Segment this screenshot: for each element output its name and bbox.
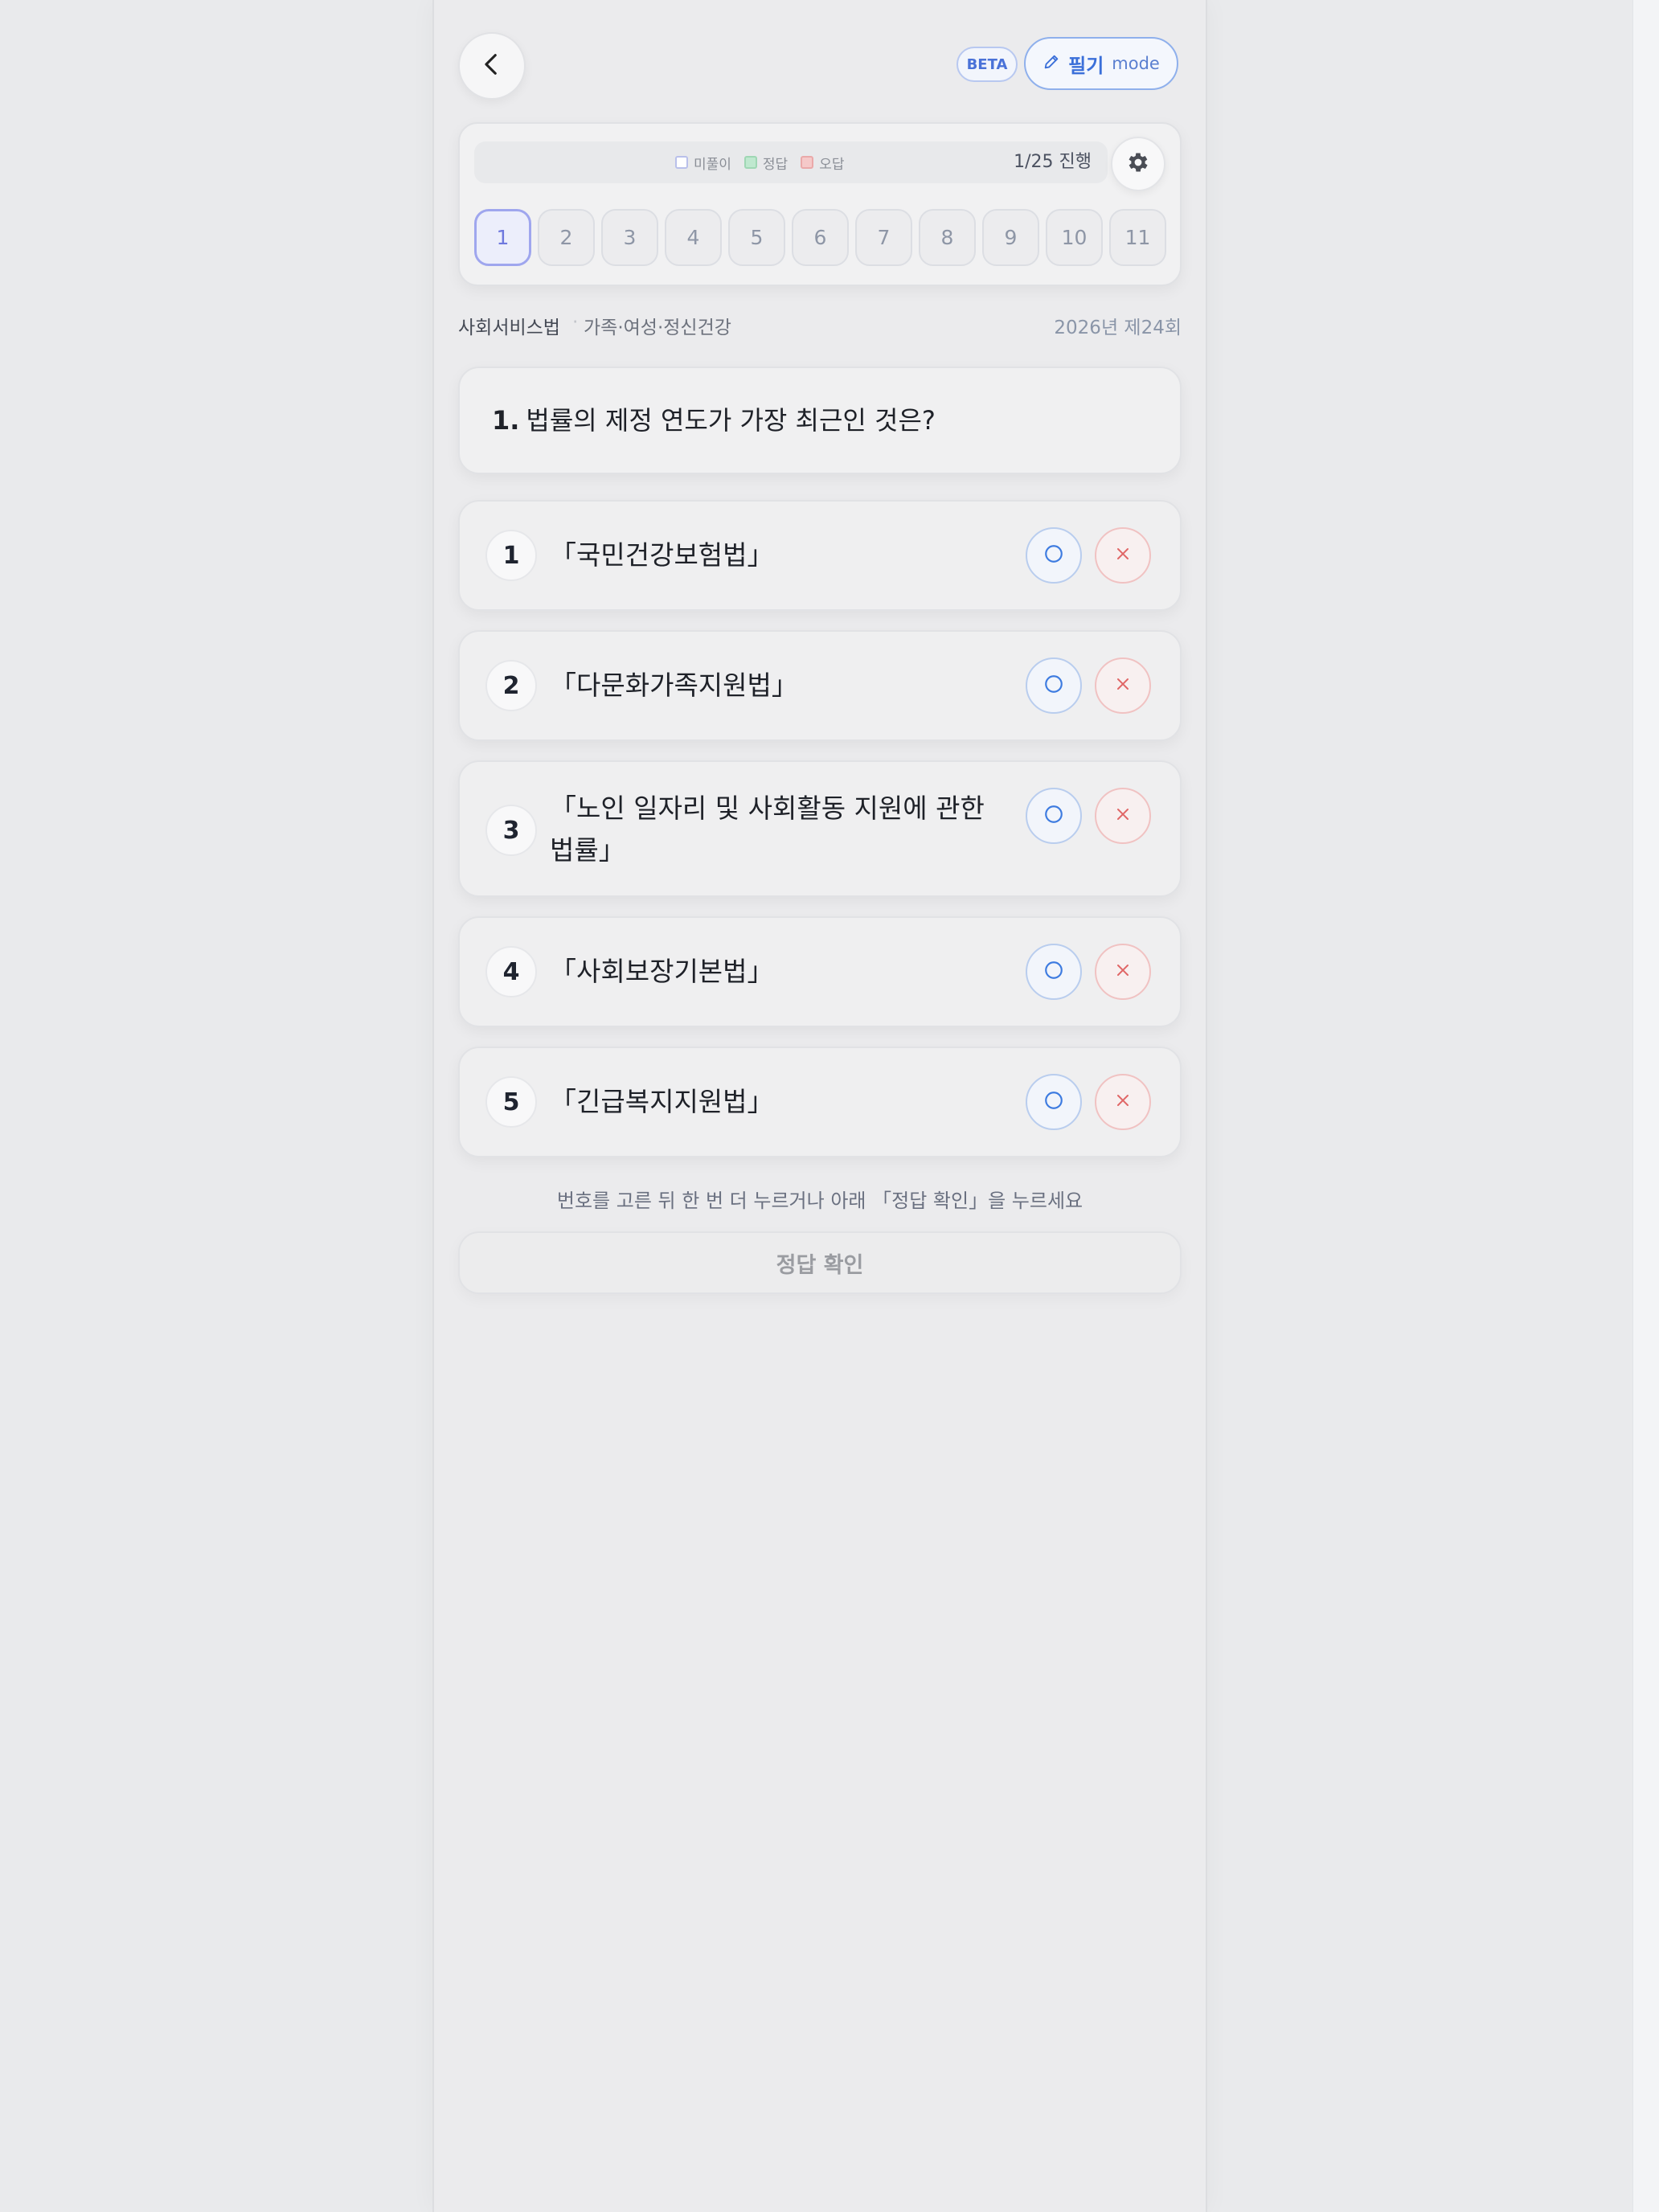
mark-wrong-button[interactable] [1095, 527, 1151, 584]
category-label: 가족·여성·정신건강 [584, 317, 731, 338]
question-navigator: 1 2 3 4 5 6 7 8 9 10 11 [474, 209, 1166, 266]
option-card[interactable]: 4 「사회보장기본법」 [458, 916, 1182, 1027]
legend: 미풀이 정답 오답 [675, 141, 844, 183]
progress-card: 미풀이 정답 오답 1/25 진행 1 2 3 4 5 6 7 8 9 10 1… [458, 122, 1182, 286]
mark-wrong-button[interactable] [1095, 657, 1151, 714]
question-number-button[interactable]: 5 [728, 209, 785, 266]
back-button[interactable] [458, 32, 526, 100]
option-text: 「다문화가족지원법」 [550, 670, 798, 701]
progress-text: 1/25 진행 [1014, 152, 1092, 172]
chevron-left-icon [478, 51, 506, 81]
question-number-button[interactable]: 8 [919, 209, 976, 266]
option-number: 2 [485, 660, 537, 711]
mark-correct-button[interactable] [1026, 1074, 1082, 1130]
mark-correct-button[interactable] [1026, 527, 1082, 584]
question-number-button[interactable]: 7 [855, 209, 912, 266]
question-number-button[interactable]: 6 [792, 209, 849, 266]
close-icon [1113, 961, 1133, 983]
legend-label: 오답 [819, 156, 845, 173]
question-text: 1. 법률의 제정 연도가 가장 최근인 것은? [492, 368, 936, 473]
check-answer-button[interactable]: 정답 확인 [458, 1231, 1182, 1294]
option-card[interactable]: 1 「국민건강보험법」 [458, 500, 1182, 611]
legend-label: 정답 [762, 156, 789, 173]
option-number: 5 [485, 1076, 537, 1128]
legend-unanswered: 미풀이 [675, 153, 731, 173]
legend-swatch-unanswered [675, 156, 688, 169]
mark-correct-button[interactable] [1026, 944, 1082, 1000]
circle-icon [1043, 543, 1064, 567]
mark-correct-button[interactable] [1026, 788, 1082, 844]
option-number: 3 [485, 805, 537, 856]
option-card[interactable]: 5 「긴급복지지원법」 [458, 1047, 1182, 1157]
question-number: 1. [492, 405, 520, 436]
mark-wrong-button[interactable] [1095, 1074, 1151, 1130]
mark-wrong-button[interactable] [1095, 944, 1151, 1000]
option-card[interactable]: 2 「다문화가족지원법」 [458, 630, 1182, 741]
legend-correct: 정답 [743, 153, 789, 173]
quiz-panel: BETA 필기 mode 미풀이 정답 오답 1/25 진행 1 2 3 4 5… [432, 0, 1207, 2212]
gear-icon [1125, 150, 1151, 178]
option-number: 1 [485, 530, 537, 581]
beta-badge: BETA [956, 47, 1018, 82]
circle-icon [1043, 960, 1064, 984]
question-number-button[interactable]: 2 [538, 209, 595, 266]
question-number-button[interactable]: 9 [982, 209, 1039, 266]
option-card[interactable]: 3 「노인 일자리 및 사회활동 지원에 관한 법률」 [458, 760, 1182, 897]
mode-suffix: mode [1112, 54, 1160, 73]
question-body: 법률의 제정 연도가 가장 최근인 것은? [526, 405, 936, 436]
settings-button[interactable] [1111, 137, 1165, 191]
mark-wrong-button[interactable] [1095, 788, 1151, 844]
question-card: 1. 법률의 제정 연도가 가장 최근인 것은? [458, 367, 1182, 474]
question-meta: 사회서비스법 · 가족·여성·정신건강 2026년 제24회 [458, 312, 1182, 341]
legend-swatch-correct [743, 156, 757, 169]
meta-separator: · [572, 312, 579, 333]
circle-icon [1043, 674, 1064, 698]
instruction-hint: 번호를 고른 뒤 한 번 더 누르거나 아래 「정답 확인」을 누르세요 [556, 1190, 1083, 1212]
legend-label: 미풀이 [694, 156, 731, 173]
close-icon [1113, 805, 1133, 827]
close-icon [1113, 544, 1133, 567]
subject-label: 사회서비스법 [458, 317, 560, 338]
question-number-button[interactable]: 3 [601, 209, 658, 266]
pencil-icon [1043, 53, 1060, 74]
question-number-button[interactable]: 4 [665, 209, 722, 266]
option-text: 「사회보장기본법」 [550, 956, 774, 987]
mode-label: 필기 [1068, 54, 1104, 77]
exam-label: 2026년 제24회 [1054, 317, 1182, 338]
option-number: 4 [485, 946, 537, 997]
legend-wrong: 오답 [801, 153, 844, 173]
writing-mode-button[interactable]: 필기 mode [1024, 37, 1178, 90]
question-number-button[interactable]: 10 [1046, 209, 1103, 266]
progress-status-bar: 미풀이 정답 오답 1/25 진행 [474, 141, 1108, 183]
legend-swatch-wrong [801, 156, 814, 169]
question-number-button[interactable]: 11 [1109, 209, 1166, 266]
circle-icon [1043, 1090, 1064, 1114]
right-edge-strip [1632, 0, 1659, 2212]
close-icon [1113, 674, 1133, 697]
option-text: 「긴급복지지원법」 [550, 1086, 774, 1117]
question-number-button[interactable]: 1 [474, 209, 531, 266]
option-text: 「노인 일자리 및 사회활동 지원에 관한 법률」 [550, 793, 985, 866]
option-text: 「국민건강보험법」 [550, 539, 774, 571]
close-icon [1113, 1091, 1133, 1113]
circle-icon [1043, 804, 1064, 828]
mark-correct-button[interactable] [1026, 657, 1082, 714]
